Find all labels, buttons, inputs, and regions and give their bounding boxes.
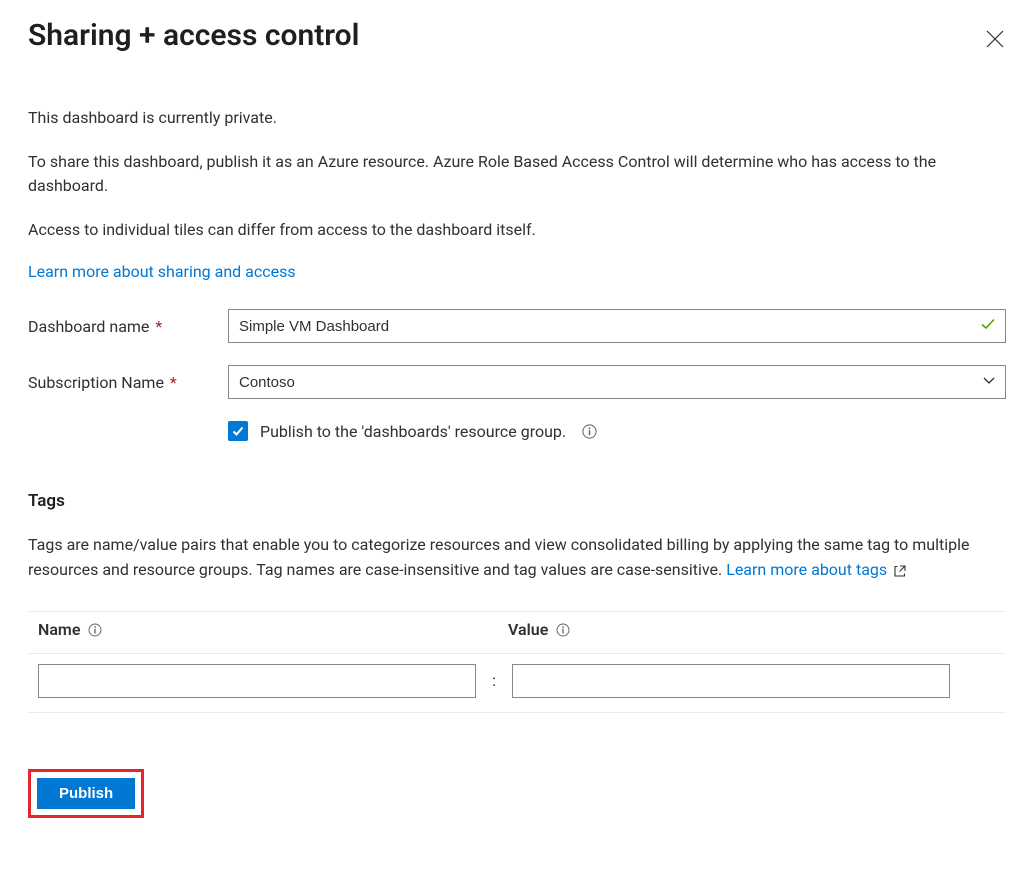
subscription-dropdown-toggle[interactable] bbox=[970, 365, 1006, 399]
tag-name-info-icon[interactable] bbox=[88, 623, 102, 637]
tags-table: Name Value : bbox=[28, 611, 1006, 713]
share-description: To share this dashboard, publish it as a… bbox=[28, 150, 1006, 198]
subscription-select[interactable] bbox=[228, 365, 1006, 399]
tag-name-input[interactable] bbox=[38, 664, 476, 698]
tag-row: : bbox=[28, 654, 1006, 713]
learn-tags-link[interactable]: Learn more about tags bbox=[726, 560, 887, 579]
publish-info-icon[interactable] bbox=[582, 424, 597, 439]
page-title: Sharing + access control bbox=[28, 18, 359, 53]
learn-sharing-link[interactable]: Learn more about sharing and access bbox=[28, 262, 296, 281]
tag-colon-separator: : bbox=[486, 671, 502, 690]
private-notice: This dashboard is currently private. bbox=[28, 106, 1006, 130]
close-icon bbox=[986, 30, 1004, 48]
tags-heading: Tags bbox=[28, 491, 1006, 511]
tag-value-info-icon[interactable] bbox=[556, 623, 570, 637]
checkmark-icon bbox=[231, 424, 245, 438]
tags-column-value: Value bbox=[508, 620, 570, 639]
publish-resource-group-checkbox[interactable] bbox=[228, 421, 248, 441]
dashboard-name-label: Dashboard name * bbox=[28, 317, 228, 336]
external-link-icon bbox=[893, 564, 907, 578]
publish-resource-group-label: Publish to the 'dashboards' resource gro… bbox=[260, 422, 566, 441]
publish-highlight: Publish bbox=[28, 769, 144, 818]
tags-column-name: Name bbox=[38, 620, 508, 639]
subscription-label: Subscription Name * bbox=[28, 373, 228, 392]
dashboard-name-input[interactable] bbox=[228, 309, 1006, 343]
tile-access-note: Access to individual tiles can differ fr… bbox=[28, 218, 1006, 242]
tags-description: Tags are name/value pairs that enable yo… bbox=[28, 533, 1006, 583]
tag-value-input[interactable] bbox=[512, 664, 950, 698]
publish-button[interactable]: Publish bbox=[37, 778, 135, 809]
close-button[interactable] bbox=[980, 24, 1010, 54]
